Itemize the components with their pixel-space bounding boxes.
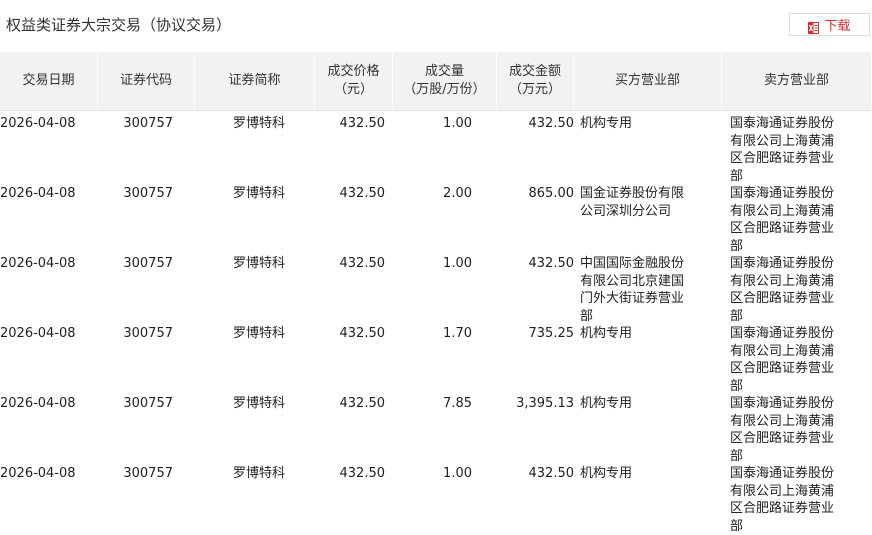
column-header-amount: 成交金额 （万元） xyxy=(497,52,574,110)
column-header-label: 成交金额 xyxy=(508,64,561,79)
cell-buyer: 机构专用 xyxy=(580,466,633,481)
table-row: 2026-04-08 300757 罗博特科 432.50 1.70 735.25 机构专用… xyxy=(0,320,872,394)
table-header: 交易日期 证券代码 证券简称 成交价格 （元） 成交量 （万股/万份） 成交金额 （万元） 买方营… xyxy=(0,52,872,111)
column-header-label: （万元） xyxy=(508,82,561,97)
cell-seller: 国泰海通证券股份有限公司上海黄浦区合肥路证券营业部 xyxy=(730,466,835,534)
column-header-date: 交易日期 xyxy=(0,52,98,110)
column-header-label: （元） xyxy=(333,82,373,97)
table-row: 2026-04-08 300757 罗博特科 432.50 1.00 432.50 机构专用… xyxy=(0,460,872,534)
cell-price: 432.50 xyxy=(339,396,386,411)
cell-seller: 国泰海通证券股份有限公司上海黄浦区合肥路证券营业部 xyxy=(730,396,835,464)
column-header-label: （万股/万份） xyxy=(403,82,486,97)
cell-date: 2026-04-08 xyxy=(0,186,76,201)
cell-seller: 国泰海通证券股份有限公司上海黄浦区合肥路证券营业部 xyxy=(730,326,835,394)
download-label: 下载 xyxy=(824,19,851,34)
cell-name: 罗博特科 xyxy=(233,326,286,341)
cell-amount: 3,395.13 xyxy=(516,396,574,411)
page-title: 权益类证券大宗交易（协议交易） xyxy=(6,16,232,34)
cell-buyer: 机构专用 xyxy=(580,326,633,341)
download-button[interactable]: 下载 xyxy=(789,13,870,36)
column-header-label: 买方营业部 xyxy=(614,73,680,88)
cell-name: 罗博特科 xyxy=(233,256,286,271)
cell-date: 2026-04-08 xyxy=(0,326,76,341)
cell-name: 罗博特科 xyxy=(233,116,286,131)
cell-buyer: 机构专用 xyxy=(580,116,633,131)
cell-seller: 国泰海通证券股份有限公司上海黄浦区合肥路证券营业部 xyxy=(730,186,835,254)
cell-price: 432.50 xyxy=(339,466,386,481)
cell-buyer: 中国国际金融股份有限公司北京建国门外大街证券营业部 xyxy=(580,256,685,324)
table-row: 2026-04-08 300757 罗博特科 432.50 7.85 3,395.13 机构… xyxy=(0,390,872,464)
cell-amount: 735.25 xyxy=(528,326,575,341)
cell-amount: 432.50 xyxy=(528,116,575,131)
cell-code: 300757 xyxy=(123,186,173,201)
cell-amount: 865.00 xyxy=(528,186,575,201)
table-row: 2026-04-08 300757 罗博特科 432.50 1.00 432.50 中国国际… xyxy=(0,250,872,324)
cell-seller: 国泰海通证券股份有限公司上海黄浦区合肥路证券营业部 xyxy=(730,256,835,324)
column-header-label: 证券代码 xyxy=(119,73,172,88)
cell-amount: 432.50 xyxy=(528,466,575,481)
cell-name: 罗博特科 xyxy=(233,186,286,201)
cell-buyer: 机构专用 xyxy=(580,396,633,411)
cell-name: 罗博特科 xyxy=(233,466,286,481)
column-header-label: 卖方营业部 xyxy=(763,73,829,88)
column-header-volume: 成交量 （万股/万份） xyxy=(393,52,497,110)
page-header: 权益类证券大宗交易（协议交易） 下载 xyxy=(0,0,872,52)
cell-date: 2026-04-08 xyxy=(0,466,76,481)
cell-name: 罗博特科 xyxy=(233,396,286,411)
cell-code: 300757 xyxy=(123,396,173,411)
column-header-buyer: 买方营业部 xyxy=(574,52,722,110)
cell-volume: 7.85 xyxy=(443,396,472,411)
cell-price: 432.50 xyxy=(339,116,386,131)
cell-date: 2026-04-08 xyxy=(0,116,76,131)
cell-code: 300757 xyxy=(123,466,173,481)
cell-seller: 国泰海通证券股份有限公司上海黄浦区合肥路证券营业部 xyxy=(730,116,835,184)
cell-amount: 432.50 xyxy=(528,256,575,271)
cell-code: 300757 xyxy=(123,116,173,131)
column-header-label: 成交量 xyxy=(424,64,464,79)
table-row: 2026-04-08 300757 罗博特科 432.50 1.00 432.50 机构专用… xyxy=(0,110,872,184)
cell-price: 432.50 xyxy=(339,326,386,341)
cell-date: 2026-04-08 xyxy=(0,256,76,271)
cell-price: 432.50 xyxy=(339,186,386,201)
cell-volume: 1.00 xyxy=(443,466,472,481)
column-header-seller: 卖方营业部 xyxy=(722,52,872,110)
cell-code: 300757 xyxy=(123,256,173,271)
column-header-label: 成交价格 xyxy=(327,64,380,79)
cell-price: 432.50 xyxy=(339,256,386,271)
cell-volume: 1.00 xyxy=(443,256,472,271)
excel-download-icon xyxy=(808,19,820,34)
column-header-code: 证券代码 xyxy=(98,52,195,110)
cell-volume: 1.70 xyxy=(443,326,472,341)
column-header-price: 成交价格 （元） xyxy=(315,52,393,110)
column-header-name: 证券简称 xyxy=(195,52,315,110)
column-header-label: 证券简称 xyxy=(228,73,281,88)
cell-buyer: 国金证券股份有限公司深圳分公司 xyxy=(580,186,685,219)
cell-code: 300757 xyxy=(123,326,173,341)
table-row: 2026-04-08 300757 罗博特科 432.50 2.00 865.00 国金证券… xyxy=(0,180,872,254)
cell-volume: 2.00 xyxy=(443,186,472,201)
cell-volume: 1.00 xyxy=(443,116,472,131)
cell-date: 2026-04-08 xyxy=(0,396,76,411)
column-header-label: 交易日期 xyxy=(22,73,75,88)
